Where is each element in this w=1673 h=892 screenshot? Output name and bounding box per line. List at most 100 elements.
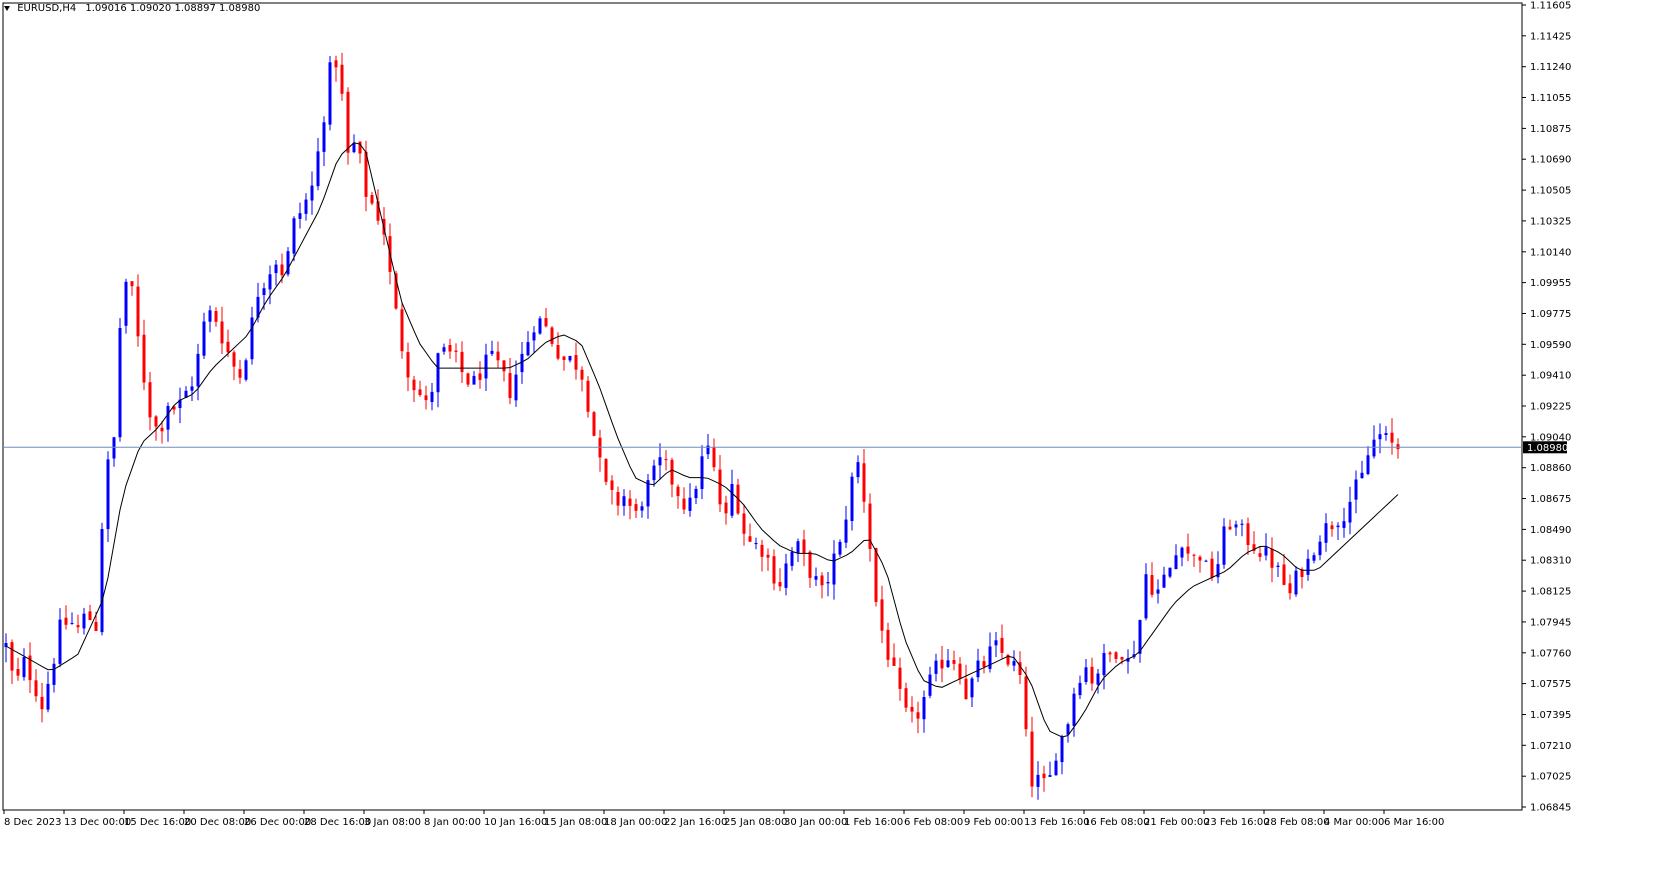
candle-body	[700, 456, 704, 489]
candle-body	[154, 416, 158, 427]
candle-body	[634, 504, 638, 511]
y-tick-label: 1.10875	[1530, 124, 1571, 135]
candle-body	[676, 486, 680, 497]
candle[interactable]	[538, 316, 542, 335]
candle[interactable]	[400, 302, 404, 359]
candle-body	[622, 496, 626, 506]
price-chart[interactable]: 1.11605 1.11425 1.11240 1.11055 1.10875 1.106…	[0, 0, 1673, 888]
candle-body	[1348, 501, 1352, 523]
candle-body	[820, 575, 824, 586]
candle-body	[1186, 546, 1190, 554]
x-tick-label: 16 Feb 08:00	[1084, 817, 1150, 828]
y-tick-label: 1.07575	[1530, 679, 1571, 690]
candle[interactable]	[328, 56, 332, 131]
y-tick-label: 1.10325	[1530, 216, 1571, 227]
y-tick-label: 1.08675	[1530, 494, 1571, 505]
candle[interactable]	[100, 522, 104, 636]
candle-body	[658, 457, 662, 466]
candle-body	[778, 582, 782, 587]
candle[interactable]	[586, 376, 590, 418]
candle-body	[946, 660, 950, 667]
candle-body	[1378, 434, 1382, 440]
candle-body	[730, 484, 734, 516]
candle-body	[316, 151, 320, 187]
candle-body	[904, 688, 908, 708]
candle-body	[1270, 549, 1274, 568]
candle-body	[628, 498, 632, 506]
x-tick-label: 15 Dec 16:00	[124, 817, 191, 828]
candle-body	[898, 667, 902, 689]
candle-body	[1096, 673, 1100, 685]
candle-body	[694, 488, 698, 499]
candle-body	[1324, 523, 1328, 543]
candle[interactable]	[838, 539, 842, 557]
candle-body	[1258, 553, 1262, 557]
candle-body	[1024, 676, 1028, 730]
candle-body	[838, 541, 842, 555]
candle[interactable]	[106, 451, 110, 542]
chart-area[interactable]: 1.11605 1.11425 1.11240 1.11055 1.10875 1.106…	[0, 0, 1673, 888]
candle-body	[508, 373, 512, 398]
candle-body	[1072, 693, 1076, 726]
candle-body	[322, 122, 326, 152]
candle-body	[892, 657, 896, 666]
candle-body	[1282, 564, 1286, 585]
candle[interactable]	[1294, 566, 1298, 597]
candle-body	[616, 492, 620, 506]
candle-body	[94, 621, 98, 631]
candle-body	[436, 353, 440, 393]
y-tick-label: 1.09775	[1530, 309, 1571, 320]
candle-body	[1228, 526, 1232, 530]
candle-body	[556, 345, 560, 359]
candle-body	[1138, 620, 1142, 654]
candle-body	[1384, 433, 1388, 435]
candle[interactable]	[118, 318, 122, 442]
x-tick-label: 15 Jan 08:00	[544, 817, 607, 828]
candle-body	[1336, 525, 1340, 528]
y-tick-label: 1.08860	[1530, 463, 1571, 474]
candle-body	[454, 350, 458, 352]
x-tick-label: 13 Dec 00:00	[64, 817, 131, 828]
candle-body	[1060, 736, 1064, 763]
candle[interactable]	[1168, 567, 1172, 579]
candle-body	[766, 554, 770, 558]
y-tick-label: 1.10505	[1530, 186, 1571, 197]
candle-body	[1390, 432, 1394, 443]
candle-body	[958, 663, 962, 679]
candle[interactable]	[286, 247, 290, 277]
candle-body	[682, 498, 686, 510]
candle-body	[148, 382, 152, 418]
candle-body	[1180, 547, 1184, 558]
candle-body	[106, 459, 110, 530]
x-tick-label: 1 Feb 16:00	[844, 817, 903, 828]
candle[interactable]	[394, 270, 398, 310]
candle-body	[1360, 472, 1364, 478]
y-tick-label: 1.07210	[1530, 741, 1571, 752]
y-tick-label: 1.07025	[1530, 772, 1571, 783]
candle-body	[1078, 682, 1082, 696]
x-tick-label: 13 Feb 16:00	[1024, 817, 1090, 828]
candle-body	[718, 469, 722, 505]
candle-body	[1144, 574, 1148, 619]
y-tick-label: 1.07395	[1530, 710, 1571, 721]
candle-body	[22, 657, 26, 678]
candle-body	[232, 352, 236, 367]
collapse-triangle-icon[interactable]	[4, 6, 10, 11]
candle[interactable]	[592, 411, 596, 437]
y-tick-label: 1.10140	[1530, 247, 1571, 258]
candle-body	[1276, 565, 1280, 567]
candle[interactable]	[874, 547, 878, 607]
candle-body	[10, 642, 14, 671]
candle[interactable]	[124, 278, 128, 334]
y-tick-label: 1.11425	[1530, 31, 1571, 42]
candle-body	[64, 617, 68, 625]
candle[interactable]	[550, 326, 554, 347]
candle[interactable]	[604, 458, 608, 486]
candle-body	[1120, 657, 1124, 660]
candle-body	[88, 611, 92, 620]
candle-body	[610, 480, 614, 490]
y-tick-label: 1.08310	[1530, 556, 1571, 567]
candle-body	[76, 625, 80, 628]
candle[interactable]	[244, 358, 248, 382]
candle-body	[586, 380, 590, 412]
